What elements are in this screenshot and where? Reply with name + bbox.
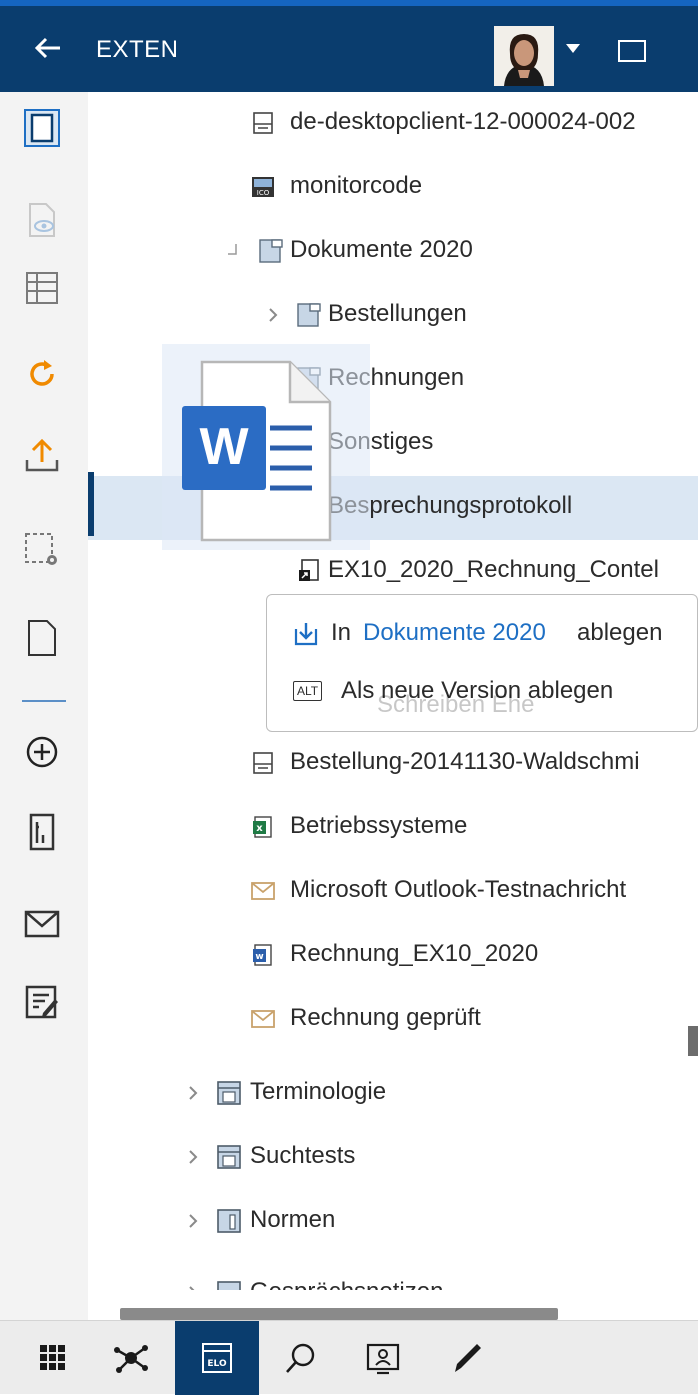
app-title: EXTEN <box>96 36 179 63</box>
elo-label: ELO <box>207 1359 227 1369</box>
chevron-right-icon[interactable] <box>184 1084 202 1102</box>
register-icon <box>216 1208 242 1234</box>
tree-item-label: Bestellungen <box>328 300 467 327</box>
top-bar: EXTEN <box>0 0 698 92</box>
tree-row[interactable]: Suchtests <box>88 1126 698 1190</box>
selection-settings-icon[interactable] <box>22 530 62 570</box>
document-view-icon[interactable] <box>22 108 62 148</box>
mail-icon[interactable] <box>22 904 62 944</box>
new-document-icon[interactable] <box>22 618 62 658</box>
tree-row[interactable]: w Rechnung_EX10_2020 <box>88 924 698 988</box>
tree-item-label: Terminologie <box>250 1078 387 1105</box>
panel-toggle-icon[interactable] <box>618 40 646 62</box>
chevron-right-icon[interactable] <box>184 1284 202 1290</box>
drop-option-prefix: In <box>331 619 352 646</box>
word-file-icon: w <box>250 942 276 968</box>
vertical-scrollbar-thumb[interactable] <box>688 1026 698 1056</box>
tree-row[interactable]: Terminologie <box>88 1062 698 1126</box>
underlying-item-text: Schreiben Ehe <box>377 691 535 718</box>
cabinet-icon <box>216 1080 242 1106</box>
chevron-right-icon[interactable] <box>184 1148 202 1166</box>
search-icon[interactable] <box>278 1335 324 1381</box>
preview-icon[interactable] <box>22 200 62 240</box>
add-circle-icon[interactable] <box>22 732 62 772</box>
pen-icon[interactable] <box>444 1335 490 1381</box>
mail-icon <box>250 1006 276 1032</box>
tree-row[interactable]: Normen <box>88 1190 698 1254</box>
tree-item-label: Gesprächsnotizen <box>250 1278 443 1290</box>
ico-file-icon: ICO <box>250 174 276 200</box>
svg-text:ICO: ICO <box>257 189 270 197</box>
tree-row[interactable]: Rechnung geprüft <box>88 988 698 1052</box>
back-arrow-icon[interactable] <box>32 32 64 64</box>
tree-row[interactable]: Bestellung-20141130-Waldschmi <box>88 732 698 796</box>
tree-row[interactable]: de-desktopclient-12-000024-002 <box>88 92 698 156</box>
tree-item-label: Rechnung_EX10_2020 <box>290 940 539 967</box>
alt-key-badge: ALT <box>293 681 323 701</box>
tree-item-label: Rechnung geprüft <box>290 1004 481 1031</box>
register-icon <box>216 1280 242 1290</box>
chevron-right-icon[interactable] <box>184 1212 202 1230</box>
reference-icon <box>296 558 322 584</box>
word-letter: W <box>199 418 249 476</box>
apps-grid-icon[interactable] <box>30 1335 76 1381</box>
contacts-icon[interactable] <box>360 1335 406 1381</box>
selection-indicator <box>88 472 94 536</box>
tree-item-label: Dokumente 2020 <box>290 236 473 263</box>
tree-row[interactable]: Bestellungen <box>88 284 698 348</box>
tree-item-label: monitorcode <box>290 172 423 199</box>
left-toolbar <box>0 92 88 1320</box>
elo-repository-icon[interactable]: ELO <box>194 1335 240 1381</box>
svg-text:x: x <box>256 823 263 834</box>
target-folder-link[interactable]: Dokumente 2020 <box>363 619 546 647</box>
edit-list-icon[interactable] <box>22 982 62 1022</box>
document-icon <box>250 110 276 136</box>
tree-row[interactable]: Dokumente 2020 <box>88 220 698 284</box>
file-in-icon <box>294 623 318 646</box>
folder-icon <box>296 302 322 328</box>
tree-item-label: Bestellung-20141130-Waldschmi <box>290 748 640 775</box>
list-view-icon[interactable] <box>22 268 62 308</box>
document-icon <box>250 750 276 776</box>
tree-connector-icon <box>224 242 242 260</box>
word-document-icon: W <box>182 360 332 542</box>
tree-row[interactable]: x Betriebssysteme <box>88 796 698 860</box>
user-avatar[interactable] <box>494 26 554 86</box>
refresh-icon[interactable] <box>22 354 62 394</box>
drag-ghost: W <box>162 344 370 550</box>
cabinet-icon <box>216 1144 242 1170</box>
tree-item-label: Betriebssysteme <box>290 812 468 839</box>
tree-item-label: Suchtests <box>250 1142 356 1169</box>
tree-item-label: de-desktopclient-12-000024-002 <box>290 108 636 135</box>
tree-item-label: Normen <box>250 1206 336 1233</box>
tree-item-label: EX10_2020_Rechnung_Contel <box>328 556 659 583</box>
upload-icon[interactable] <box>22 436 62 476</box>
tree-item-label: Microsoft Outlook-Testnachricht <box>290 876 627 903</box>
folder-icon <box>258 238 284 264</box>
svg-text:w: w <box>255 952 263 962</box>
tree-row[interactable]: Gesprächsnotizen <box>88 1262 698 1290</box>
tree-row[interactable]: Microsoft Outlook-Testnachricht <box>88 860 698 924</box>
bottom-navigation: ELO <box>0 1320 698 1395</box>
horizontal-scrollbar[interactable] <box>120 1308 558 1320</box>
form-icon[interactable] <box>22 812 62 852</box>
mail-icon <box>250 878 276 904</box>
network-icon[interactable] <box>108 1335 154 1381</box>
chevron-right-icon[interactable] <box>264 306 282 324</box>
tree-row[interactable]: ICO monitorcode <box>88 156 698 220</box>
excel-file-icon: x <box>250 814 276 840</box>
drop-option-suffix: ablegen <box>577 619 663 646</box>
avatar-dropdown-icon[interactable] <box>566 44 580 53</box>
drop-options-popup: In Dokumente 2020 ablegen ALT Als neue V… <box>266 594 698 732</box>
rail-separator <box>22 700 66 702</box>
